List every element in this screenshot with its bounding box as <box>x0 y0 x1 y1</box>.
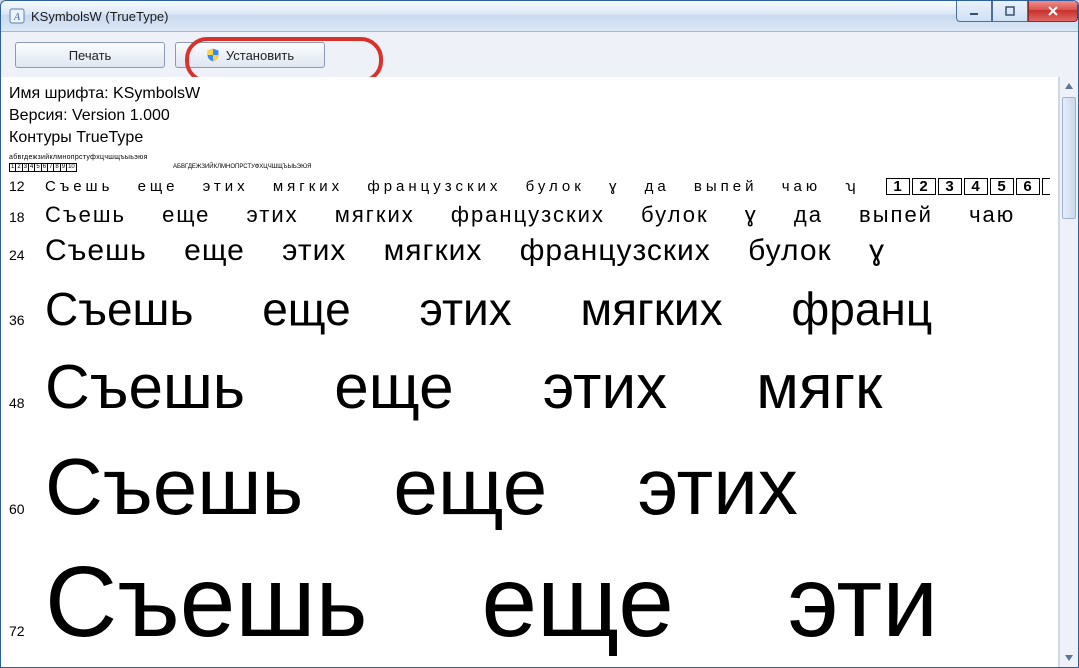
tiny-digit-row: 12345678910 АБВГДЕЖЗИЙКЛМНОПРСТУФХЦЧШЩЪЫ… <box>9 162 1050 172</box>
close-button[interactable] <box>1028 1 1078 22</box>
titlebar[interactable]: A KSymbolsW (TrueType) <box>1 1 1078 32</box>
size-label: 18 <box>9 209 45 225</box>
svg-text:A: A <box>13 12 21 23</box>
print-button-label: Печать <box>69 48 112 63</box>
install-button[interactable]: Установить <box>175 42 325 68</box>
scroll-up-button[interactable] <box>1060 77 1078 95</box>
sample-text: Съешь еще эти <box>45 545 938 660</box>
tiny-alphabet-upper: АБВГДЕЖЗИЙКЛМНОПРСТУФХЦЧШЩЪЫЬЭЮЯ <box>173 164 311 170</box>
print-button[interactable]: Печать <box>15 42 165 68</box>
sample-row-36: 36 Съешь еще этих мягких франц <box>9 282 1050 336</box>
sample-text: Съешь еще этих мягких французских булок … <box>45 234 885 268</box>
scroll-down-button[interactable] <box>1060 649 1078 667</box>
size-label: 24 <box>9 247 45 263</box>
sample-text: Съешь еще этих мягк <box>45 352 882 423</box>
minimize-button[interactable] <box>956 1 992 22</box>
sample-row-12: 12 Съешь еще этих мягких французских бул… <box>9 178 1050 196</box>
size-label: 60 <box>9 501 45 517</box>
sample-row-24: 24 Съешь еще этих мягких французских бул… <box>9 234 1050 268</box>
digit-strip: 12345678910 <box>884 178 1050 196</box>
scroll-thumb[interactable] <box>1062 97 1076 219</box>
font-version-line: Версия: Version 1.000 <box>9 105 1050 127</box>
sample-row-18: 18 Съешь еще этих мягких французских бул… <box>9 202 1050 228</box>
uac-shield-icon <box>206 48 220 62</box>
sample-text: Съешь еще этих мягких французских булок … <box>45 202 1015 228</box>
size-label: 48 <box>9 395 45 411</box>
font-viewer-window: A KSymbolsW (TrueType) Печать <box>0 0 1079 668</box>
tiny-alphabet-lower: абвгдежзийклмнопрстуфхцчшщъыьэюя <box>9 153 1050 162</box>
install-button-label: Установить <box>226 48 294 63</box>
maximize-button[interactable] <box>992 1 1028 22</box>
window-controls <box>956 1 1078 21</box>
preview-pane: Имя шрифта: KSymbolsW Версия: Version 1.… <box>1 77 1059 667</box>
sample-text: Съешь еще этих мягких французских булок … <box>45 178 860 195</box>
sample-row-72: 72 Съешь еще эти <box>9 545 1050 660</box>
sample-row-48: 48 Съешь еще этих мягк <box>9 352 1050 423</box>
sample-text: Съешь еще этих мягких франц <box>45 282 932 336</box>
body: Имя шрифта: KSymbolsW Версия: Version 1.… <box>1 77 1078 667</box>
toolbar: Печать Установить <box>1 32 1078 79</box>
font-file-icon: A <box>9 8 25 24</box>
size-label: 36 <box>9 312 45 328</box>
font-outlines-line: Контуры TrueType <box>9 127 1050 149</box>
window-title: KSymbolsW (TrueType) <box>31 9 169 24</box>
size-label: 72 <box>9 623 45 639</box>
vertical-scrollbar[interactable] <box>1059 77 1078 667</box>
sample-row-60: 60 Съешь еще этих <box>9 441 1050 533</box>
font-name-line: Имя шрифта: KSymbolsW <box>9 83 1050 105</box>
size-label: 12 <box>9 178 45 194</box>
sample-text: Съешь еще этих <box>45 441 798 533</box>
